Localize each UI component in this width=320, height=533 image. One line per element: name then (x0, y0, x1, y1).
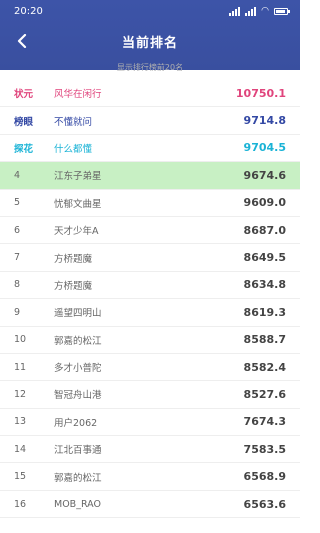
list-subtitle: 显示排行榜前20名 (116, 63, 184, 72)
player-score: 9674.6 (243, 168, 286, 182)
rank-label: 13 (14, 416, 27, 428)
player-name: 不懂就问 (54, 116, 93, 128)
rank-label: 10 (14, 334, 27, 346)
player-name: 遥望四明山 (54, 308, 102, 320)
player-score: 8634.8 (243, 278, 286, 292)
rank-label: 5 (14, 197, 21, 209)
rank-label: 8 (14, 279, 21, 291)
back-button[interactable] (10, 29, 34, 53)
rank-label: 榜眼 (14, 116, 34, 128)
rank-label: 15 (14, 471, 27, 483)
rank-label: 6 (14, 224, 21, 236)
rank-label: 4 (14, 169, 21, 181)
player-score: 9609.0 (243, 196, 286, 210)
player-score: 6568.9 (243, 470, 286, 484)
ranking-row[interactable]: 10 郭嘉的松江 8588.7 (0, 327, 300, 354)
player-name: 风华在闲行 (54, 89, 102, 101)
rank-label: 7 (14, 252, 21, 264)
rank-label: 探花 (14, 143, 34, 155)
player-name: 多才小普陀 (54, 363, 102, 375)
player-score: 8527.6 (243, 387, 286, 401)
signal-icon-2 (245, 6, 257, 16)
player-score: 9714.8 (243, 114, 286, 128)
player-score: 8687.0 (243, 223, 286, 237)
player-score: 8588.7 (243, 333, 286, 347)
player-score: 8619.3 (243, 305, 286, 319)
rank-label: 14 (14, 443, 27, 455)
status-icons: ◠ (229, 5, 290, 16)
status-time: 20:20 (14, 5, 43, 17)
ranking-row[interactable]: 9 遥望四明山 8619.3 (0, 299, 300, 327)
player-name: 江北百事通 (54, 445, 102, 457)
player-name: 郭嘉的松江 (54, 472, 102, 484)
player-score: 7583.5 (243, 442, 286, 456)
ranking-row[interactable]: 14 江北百事通 7583.5 (0, 436, 300, 464)
player-name: 用户2062 (54, 417, 98, 429)
player-name: MOB_RAO (54, 498, 101, 510)
ranking-list: 状元 风华在闲行 10750.1 榜眼 不懂就问 9714.8 探花 什么都懂 9704.5 4 江… (0, 80, 300, 519)
ranking-row[interactable]: 12 智冠舟山港 8527.6 (0, 381, 300, 409)
ranking-row[interactable]: 13 用户2062 7674.3 (0, 409, 300, 437)
rank-label: 11 (14, 361, 27, 373)
ranking-row[interactable]: 11 多才小普陀 8582.4 (0, 354, 300, 382)
rank-label: 状元 (14, 89, 34, 101)
player-name: 天才少年A (54, 226, 99, 238)
player-score: 7674.3 (243, 415, 286, 429)
nav-bar: 当前排名 (0, 22, 300, 60)
player-score: 8649.5 (243, 251, 286, 265)
ranking-row[interactable]: 状元 风华在闲行 10750.1 (0, 80, 300, 108)
player-score: 10750.1 (235, 86, 286, 100)
ranking-row[interactable]: 5 忧郁文曲星 9609.0 (0, 190, 300, 217)
player-name: 方桥题魔 (54, 280, 93, 292)
ranking-row[interactable]: 探花 什么都懂 9704.5 (0, 135, 300, 163)
rank-label: 16 (14, 498, 27, 510)
ranking-row[interactable]: 16 MOB_RAO 6563.6 (0, 491, 300, 519)
player-score: 9704.5 (243, 141, 286, 155)
ranking-row[interactable]: 7 方桥题魔 8649.5 (0, 244, 300, 272)
ranking-row[interactable]: 8 方桥题魔 8634.8 (0, 272, 300, 300)
player-score: 8582.4 (243, 360, 286, 374)
chevron-left-icon (17, 34, 27, 48)
signal-icon (229, 6, 241, 16)
wifi-icon: ◠ (261, 5, 269, 16)
ranking-row[interactable]: 6 天才少年A 8687.0 (0, 217, 300, 245)
player-name: 什么都懂 (54, 143, 93, 155)
player-name: 江东子弟星 (54, 171, 102, 183)
page-title: 当前排名 (121, 35, 178, 51)
rank-label: 9 (14, 306, 21, 318)
rank-label: 12 (14, 388, 27, 400)
player-score: 6563.6 (243, 497, 286, 511)
ranking-row[interactable]: 4 江东子弟星 9674.6 (0, 162, 300, 190)
battery-icon (274, 7, 290, 15)
player-name: 忧郁文曲星 (54, 198, 102, 210)
player-name: 郭嘉的松江 (54, 335, 102, 347)
ranking-row[interactable]: 榜眼 不懂就问 9714.8 (0, 107, 300, 135)
ranking-row[interactable]: 15 郭嘉的松江 6568.9 (0, 463, 300, 491)
player-name: 智冠舟山港 (54, 390, 102, 402)
player-name: 方桥题魔 (54, 253, 93, 265)
status-bar: 20:20 ◠ (0, 0, 300, 22)
